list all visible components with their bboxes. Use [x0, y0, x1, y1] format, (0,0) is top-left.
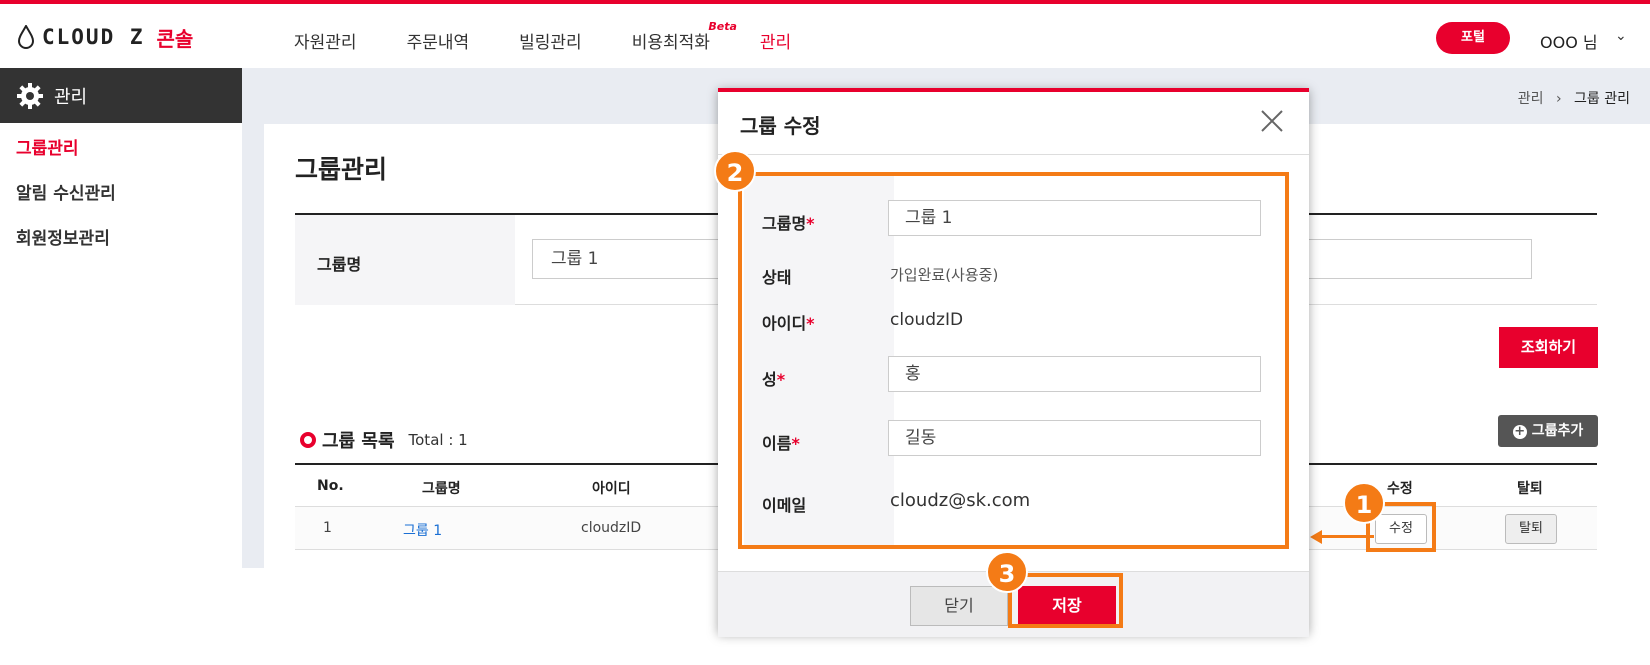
- query-button[interactable]: 조회하기: [1499, 327, 1598, 368]
- nav-item-management[interactable]: 관리: [760, 28, 791, 53]
- cell-group-link[interactable]: 그룹 1: [403, 520, 442, 540]
- plus-circle-icon: +: [1512, 424, 1527, 439]
- col-header-id: 아이디: [592, 481, 631, 497]
- modal-close-button[interactable]: 닫기: [910, 586, 1008, 626]
- page-title: 그룹관리: [295, 155, 388, 184]
- sidebar-item-group-management[interactable]: 그룹관리: [0, 127, 242, 172]
- beta-badge: Beta: [708, 20, 737, 33]
- step-badge-1: 1: [1343, 482, 1385, 524]
- add-group-button[interactable]: + 그룹추가: [1498, 415, 1598, 447]
- nav-item-cost-optimization-label: 비용최적화: [631, 33, 710, 53]
- modal-title: 그룹 수정: [740, 114, 821, 138]
- step-badge-2: 2: [714, 150, 756, 192]
- close-icon[interactable]: [1259, 108, 1285, 134]
- step-badge-3: 3: [986, 551, 1028, 593]
- logo[interactable]: CLOUD Z 콘솔: [18, 22, 193, 52]
- sidebar-item-member-info[interactable]: 회원정보관리: [0, 217, 242, 262]
- annotation-arrow-line: [1320, 535, 1374, 538]
- row-leave-button[interactable]: 탈퇴: [1505, 514, 1557, 544]
- chevron-down-icon[interactable]: ⌄: [1615, 28, 1627, 44]
- col-header-group: 그룹명: [422, 481, 461, 497]
- breadcrumb: 관리 › 그룹 관리: [1518, 88, 1630, 108]
- col-header-no: No.: [317, 478, 344, 494]
- nav-item-billing[interactable]: 빌링관리: [519, 28, 582, 53]
- col-header-leave: 탈퇴: [1517, 481, 1543, 497]
- sidebar-item-notification-management[interactable]: 알림 수신관리: [0, 172, 242, 217]
- sidebar: 관리 그룹관리 알림 수신관리 회원정보관리: [0, 68, 242, 568]
- logo-console-label: 콘솔: [156, 26, 194, 51]
- col-header-edit: 수정: [1387, 481, 1413, 497]
- logo-drop-icon: [18, 25, 34, 49]
- search-label: 그룹명: [317, 255, 362, 274]
- highlight-form-fields: [738, 172, 1289, 549]
- breadcrumb-separator: ›: [1555, 91, 1562, 107]
- gear-icon: [17, 82, 43, 109]
- modal-divider: [718, 154, 1309, 155]
- arrow-left-icon: [1310, 530, 1322, 544]
- group-list-total: Total : 1: [408, 431, 468, 449]
- nav-item-resources[interactable]: 자원관리: [294, 28, 357, 53]
- breadcrumb-current: 그룹 관리: [1574, 91, 1630, 107]
- nav-item-cost-optimization[interactable]: 비용최적화 Beta: [631, 20, 737, 53]
- portal-button[interactable]: 포털: [1436, 22, 1510, 54]
- cell-no: 1: [323, 520, 332, 536]
- group-list-header: 그룹 목록 Total : 1: [300, 427, 468, 453]
- search-label-cell: 그룹명: [295, 215, 515, 305]
- main-nav: 자원관리 주문내역 빌링관리 비용최적화 Beta 관리: [294, 20, 841, 53]
- logo-text: CLOUD Z: [42, 25, 145, 49]
- group-list-title: 그룹 목록: [322, 431, 395, 452]
- user-menu[interactable]: OOO 님: [1540, 29, 1598, 53]
- add-group-label: 그룹추가: [1531, 423, 1584, 439]
- cell-id: cloudzID: [581, 520, 642, 536]
- header: CLOUD Z 콘솔 자원관리 주문내역 빌링관리 비용최적화 Beta 관리 …: [0, 4, 1650, 66]
- nav-item-orders[interactable]: 주문내역: [407, 28, 470, 53]
- breadcrumb-root[interactable]: 관리: [1518, 91, 1544, 107]
- sidebar-title: 관리: [54, 86, 88, 108]
- circle-bullet-icon: [300, 432, 316, 448]
- sidebar-header: 관리: [0, 68, 242, 123]
